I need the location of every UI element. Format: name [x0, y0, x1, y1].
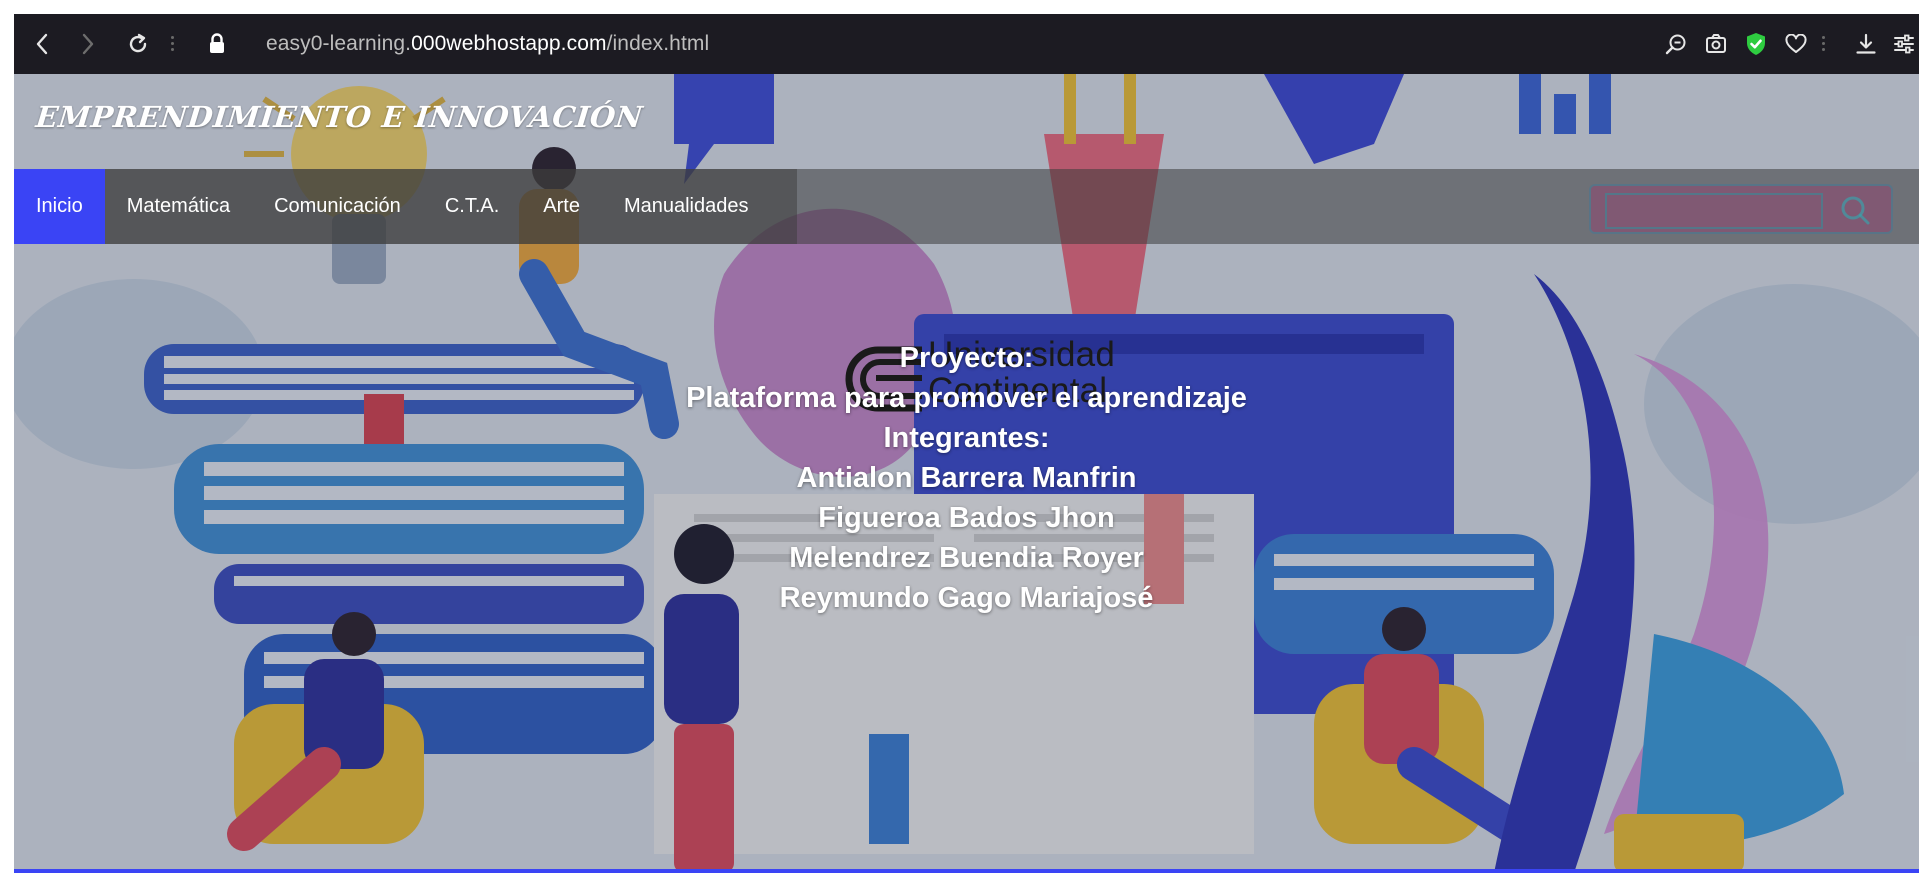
download-icon[interactable]	[1850, 14, 1882, 74]
settings-sliders-icon[interactable]	[1890, 14, 1918, 74]
screenshot-icon[interactable]	[1700, 14, 1732, 74]
nav-item-comunicacion[interactable]: Comunicación	[252, 169, 423, 244]
nav-item-matematica[interactable]: Matemática	[105, 169, 252, 244]
member-name: Antialon Barrera Manfrin	[796, 462, 1137, 494]
members-label: Integrantes:	[883, 422, 1050, 454]
address-bar[interactable]: easy0-learning.000webhostapp.com/index.h…	[266, 14, 709, 74]
toolbar-separator	[171, 36, 174, 52]
search-input[interactable]	[1605, 193, 1823, 229]
nav-item-inicio[interactable]: Inicio	[14, 169, 105, 244]
browser-toolbar: easy0-learning.000webhostapp.com/index.h…	[14, 14, 1919, 74]
url-path: /index.html	[606, 32, 710, 55]
heart-icon[interactable]	[1780, 14, 1812, 74]
toolbar-separator	[1822, 36, 1825, 52]
shield-check-icon[interactable]	[1740, 14, 1772, 74]
site-title[interactable]: EMPRENDIMIENTO E INNOVACIÓN	[34, 100, 644, 134]
search-icon[interactable]	[1839, 194, 1871, 226]
url-host: 000webhostapp.com	[411, 32, 607, 55]
lock-icon[interactable]	[202, 14, 232, 74]
member-name: Melendrez Buendia Royer	[789, 542, 1144, 574]
member-name: Reymundo Gago Mariajosé	[779, 582, 1154, 614]
project-label: Proyecto:	[899, 342, 1034, 374]
back-arrow-icon[interactable]	[24, 14, 60, 74]
zoom-icon[interactable]	[1660, 14, 1692, 74]
nav-item-arte[interactable]: Arte	[521, 169, 602, 244]
nav-item-cta[interactable]: C.T.A.	[423, 169, 521, 244]
project-title: Plataforma para promover el aprendizaje	[686, 382, 1247, 414]
member-name: Figueroa Bados Jhon	[818, 502, 1115, 534]
nav-item-manualidades[interactable]: Manualidades	[602, 169, 771, 244]
url-prefix: easy0-learning.	[266, 32, 412, 55]
reload-icon[interactable]	[120, 14, 156, 74]
search-box	[1589, 184, 1893, 234]
main-nav: Inicio Matemática Comunicación C.T.A. Ar…	[14, 169, 797, 244]
page-viewport: EMPRENDIMIENTO E INNOVACIÓN Inicio Matem…	[14, 74, 1919, 873]
forward-arrow-icon[interactable]	[70, 14, 106, 74]
browser-window: easy0-learning.000webhostapp.com/index.h…	[0, 0, 1919, 873]
bottom-accent-line	[14, 869, 1919, 873]
